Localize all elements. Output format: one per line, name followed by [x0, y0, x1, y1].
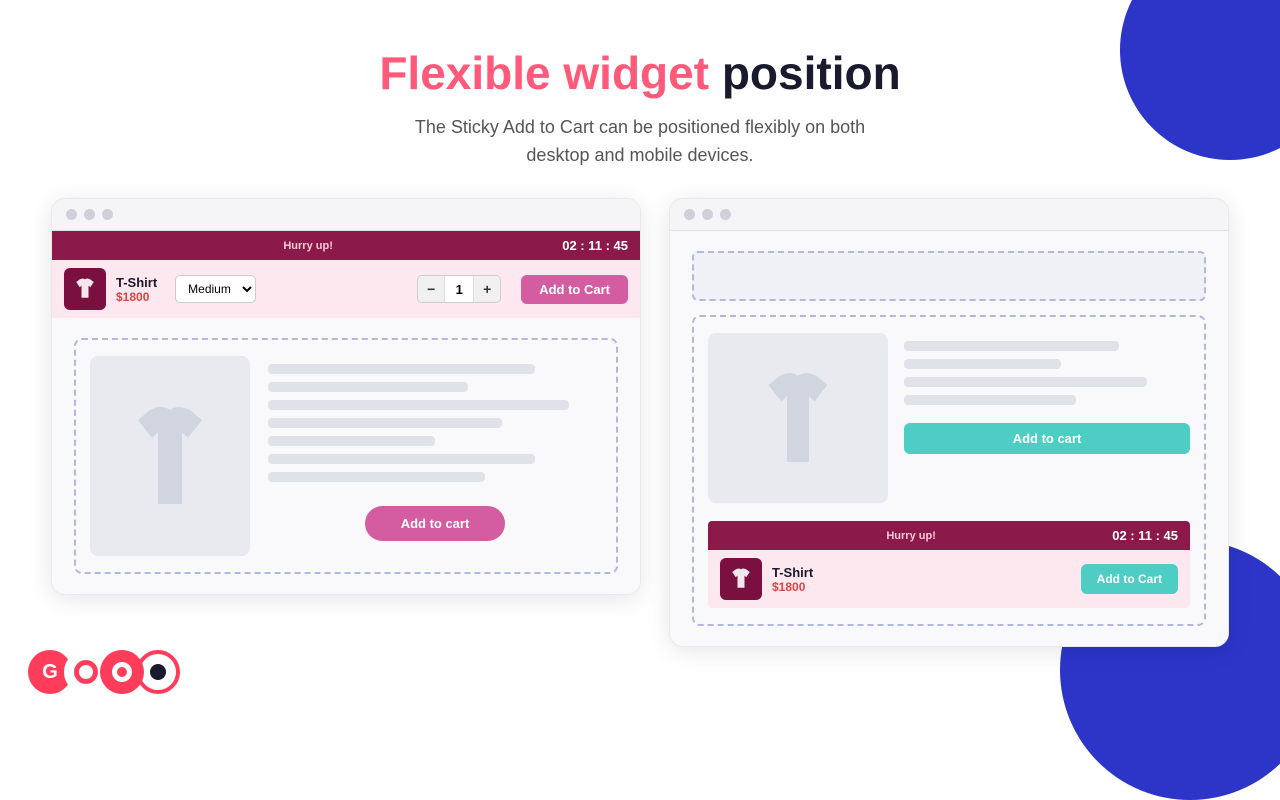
headline-colored-part: Flexible widget	[379, 47, 709, 99]
qty-input-left[interactable]	[444, 276, 474, 302]
headline-dark-part: position	[709, 47, 901, 99]
left-browser: Hurry up! 02 : 11 : 45 T-Shirt $1800 Med…	[51, 198, 641, 595]
right-text-line-1	[904, 341, 1119, 351]
sticky-bottom-wrapper: Hurry up! 02 : 11 : 45 T-Shirt	[708, 521, 1190, 608]
text-line-6	[268, 454, 535, 464]
gooo-logo: G	[28, 650, 180, 694]
left-browser-topbar	[52, 199, 640, 231]
sticky-bar-bottom-top: Hurry up! 02 : 11 : 45	[708, 521, 1190, 550]
hurry-label-right: Hurry up!	[720, 530, 1102, 542]
subtitle: The Sticky Add to Cart can be positioned…	[415, 113, 865, 171]
add-to-cart-page-left[interactable]: Add to cart	[365, 506, 506, 541]
sticky-product-area-left: T-Shirt $1800 Medium Small Large − + Add…	[52, 260, 640, 318]
right-top-placeholder	[692, 251, 1206, 301]
right-text-line-3	[904, 377, 1147, 387]
qty-minus-left[interactable]: −	[418, 276, 444, 302]
logo-inner-o1	[74, 660, 98, 684]
product-info-right: T-Shirt $1800	[772, 565, 813, 594]
logo-inner-o2	[112, 662, 132, 682]
timer-left: 02 : 11 : 45	[562, 238, 628, 253]
text-line-2	[268, 382, 468, 392]
right-browser: Add to cart Hurry up! 02 : 11 : 45	[669, 198, 1229, 647]
right-browser-dot-2	[702, 209, 713, 220]
text-line-3	[268, 400, 569, 410]
right-text-area: Add to cart	[904, 333, 1190, 503]
variant-select-left[interactable]: Medium Small Large	[175, 275, 256, 303]
right-text-line-2	[904, 359, 1061, 369]
left-dashed-border: Add to cart	[74, 338, 618, 574]
widgets-row: Hurry up! 02 : 11 : 45 T-Shirt $1800 Med…	[51, 198, 1229, 647]
timer-right: 02 : 11 : 45	[1112, 528, 1178, 543]
product-name-left: T-Shirt	[116, 275, 157, 290]
logo-inner-o3	[150, 664, 166, 680]
right-text-line-4	[904, 395, 1076, 405]
product-thumb-left	[64, 268, 106, 310]
add-to-cart-page-right[interactable]: Add to cart	[904, 423, 1190, 454]
left-text-lines: Add to cart	[268, 356, 602, 556]
logo-letter-o3	[136, 650, 180, 694]
left-browser-body: Add to cart	[52, 318, 640, 594]
qty-selector-left: − +	[417, 275, 501, 303]
browser-dot-2	[84, 209, 95, 220]
text-line-5	[268, 436, 435, 446]
add-to-cart-top-left[interactable]: Add to Cart	[521, 275, 628, 304]
add-to-cart-bottom-right[interactable]: Add to Cart	[1081, 564, 1178, 594]
right-browser-body: Add to cart Hurry up! 02 : 11 : 45	[670, 231, 1228, 646]
right-browser-dot-1	[684, 209, 695, 220]
browser-dot-1	[66, 209, 77, 220]
main-headline: Flexible widget position	[379, 48, 900, 99]
left-shirt-img	[90, 356, 250, 556]
qty-plus-left[interactable]: +	[474, 276, 500, 302]
text-line-7	[268, 472, 485, 482]
product-info-left: T-Shirt $1800	[116, 275, 157, 304]
product-price-right: $1800	[772, 580, 813, 594]
right-dashed-border: Add to cart Hurry up! 02 : 11 : 45	[692, 315, 1206, 626]
sticky-bar-top: Hurry up! 02 : 11 : 45	[52, 231, 640, 260]
right-browser-topbar	[670, 199, 1228, 231]
right-browser-dot-3	[720, 209, 731, 220]
product-thumb-right	[720, 558, 762, 600]
right-page-mockup: Add to cart	[708, 333, 1190, 503]
text-line-4	[268, 418, 502, 428]
left-page-mockup: Add to cart	[90, 356, 602, 556]
browser-dot-3	[102, 209, 113, 220]
product-price-left: $1800	[116, 290, 157, 304]
hurry-label-left: Hurry up!	[64, 240, 552, 252]
sticky-product-area-right: T-Shirt $1800 Add to Cart	[708, 550, 1190, 608]
text-line-1	[268, 364, 535, 374]
product-name-right: T-Shirt	[772, 565, 813, 580]
right-shirt-img	[708, 333, 888, 503]
